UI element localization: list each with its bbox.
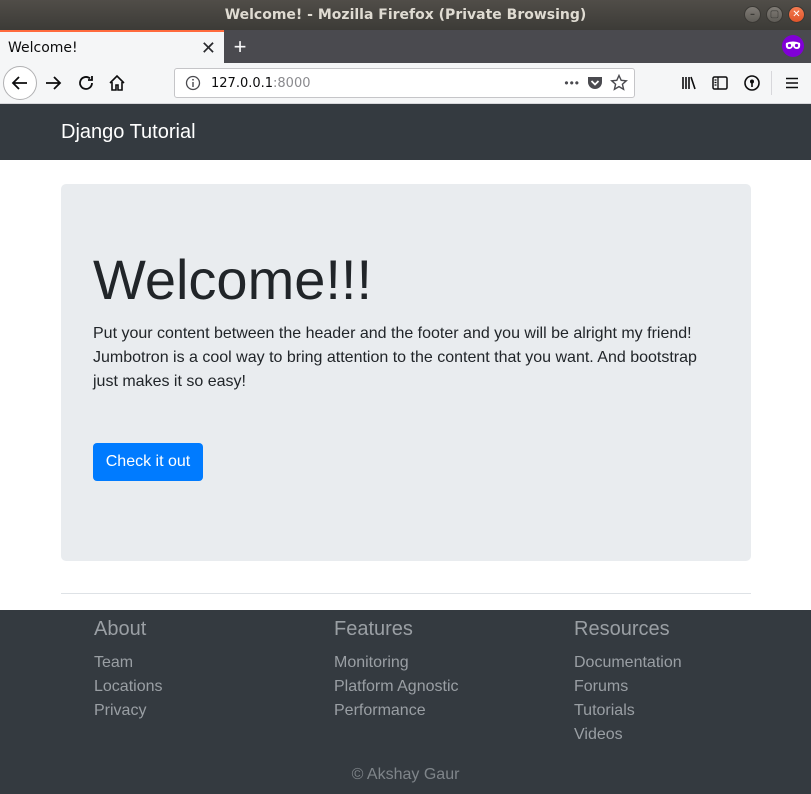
navbar-brand[interactable]: Django Tutorial <box>61 121 196 144</box>
home-icon[interactable] <box>102 68 132 98</box>
back-arrow-icon[interactable] <box>3 66 37 100</box>
footer-link-monitoring[interactable]: Monitoring <box>334 651 459 675</box>
check-it-out-button[interactable]: Check it out <box>93 443 203 481</box>
site-navbar: Django Tutorial <box>0 104 811 160</box>
tab-strip: Welcome! ✕ + <box>0 30 811 63</box>
footer-column-resources: Resources Documentation Forums Tutorials… <box>574 618 682 747</box>
maximize-icon[interactable]: ▢ <box>766 6 783 23</box>
url-bar[interactable]: 127.0.0.1:8000 ••• <box>174 68 635 98</box>
private-browsing-icon <box>782 35 804 57</box>
footer-link-tutorials[interactable]: Tutorials <box>574 699 682 723</box>
tab-welcome[interactable]: Welcome! ✕ <box>0 30 224 63</box>
footer-link-platform-agnostic[interactable]: Platform Agnostic <box>334 675 459 699</box>
footer-link-performance[interactable]: Performance <box>334 699 459 723</box>
tab-close-icon[interactable]: ✕ <box>201 39 216 57</box>
footer-link-team[interactable]: Team <box>94 651 163 675</box>
content-divider <box>61 593 751 594</box>
hamburger-menu-icon[interactable] <box>777 68 807 98</box>
footer-link-documentation[interactable]: Documentation <box>574 651 682 675</box>
window-controls: – ▢ ✕ <box>744 6 805 23</box>
url-text: 127.0.0.1:8000 <box>211 76 311 91</box>
toolbar-separator <box>771 71 772 95</box>
footer-column-features: Features Monitoring Platform Agnostic Pe… <box>334 618 459 723</box>
window-titlebar: Welcome! - Mozilla Firefox (Private Brow… <box>0 0 811 30</box>
jumbotron-title: Welcome!!! <box>93 248 373 311</box>
footer-heading: About <box>94 618 147 640</box>
url-port: :8000 <box>273 75 311 91</box>
bookmark-star-icon[interactable] <box>610 74 628 92</box>
footer-link-privacy[interactable]: Privacy <box>94 699 163 723</box>
library-icon[interactable] <box>674 68 704 98</box>
footer-column-about: About Team Locations Privacy <box>94 618 163 723</box>
tab-title: Welcome! <box>8 39 78 56</box>
footer-link-videos[interactable]: Videos <box>574 723 682 747</box>
page-actions-icon[interactable]: ••• <box>564 76 580 90</box>
forward-arrow-icon[interactable] <box>38 68 68 98</box>
copyright-text: © Akshay Gaur <box>351 766 460 783</box>
lockwise-icon[interactable] <box>737 68 767 98</box>
browser-toolbar: 127.0.0.1:8000 ••• <box>0 63 811 104</box>
info-icon[interactable] <box>185 75 201 91</box>
url-actions: ••• <box>564 73 628 93</box>
window-title: Welcome! - Mozilla Firefox (Private Brow… <box>224 7 587 23</box>
pocket-icon[interactable] <box>586 74 604 92</box>
footer-heading: Features <box>334 618 413 640</box>
jumbotron-text: Put your content between the header and … <box>93 325 697 391</box>
site-footer: About Team Locations Privacy Features Mo… <box>0 610 811 794</box>
url-host: 127.0.0.1 <box>211 75 274 91</box>
jumbotron: Welcome!!! Put your content between the … <box>61 184 751 561</box>
new-tab-button[interactable]: + <box>224 30 256 63</box>
reload-icon[interactable] <box>71 68 101 98</box>
footer-heading: Resources <box>574 618 670 640</box>
sidebar-icon[interactable] <box>705 68 735 98</box>
footer-link-locations[interactable]: Locations <box>94 675 163 699</box>
footer-link-forums[interactable]: Forums <box>574 675 682 699</box>
minimize-icon[interactable]: – <box>744 6 761 23</box>
close-window-icon[interactable]: ✕ <box>788 6 805 23</box>
